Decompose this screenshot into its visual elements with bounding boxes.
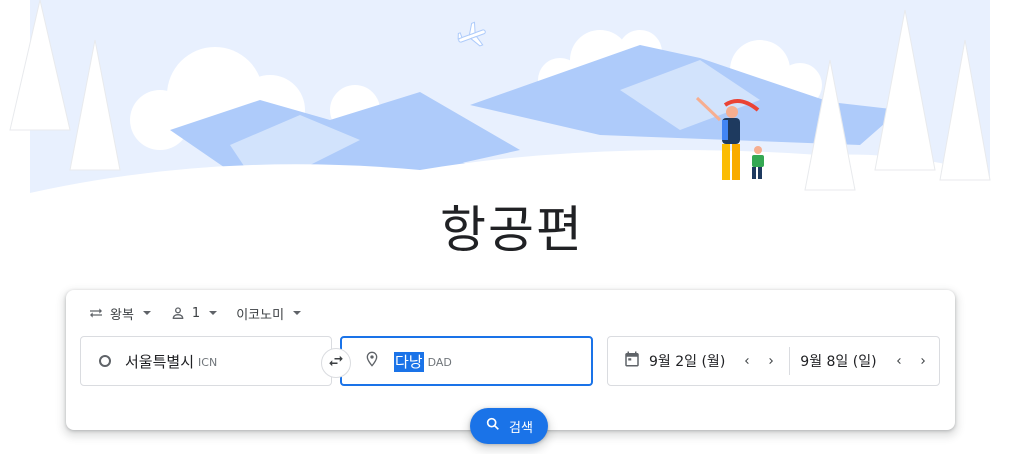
return-prev-day-chevron-left-icon[interactable]	[887, 349, 911, 373]
destination-code: DAD	[427, 356, 452, 369]
hero-illustration	[0, 0, 1024, 215]
swap-arrows-icon	[88, 305, 104, 321]
swap-horizontal-icon	[327, 352, 345, 374]
trip-type-label: 왕복	[110, 307, 134, 323]
page-title: 항공편	[440, 201, 584, 259]
origin-code: ICN	[198, 356, 218, 369]
search-options-bar: 왕복 1 이코노미	[88, 303, 320, 323]
swap-cities-button[interactable]	[321, 348, 351, 378]
flights-page: 항공편 왕복 1 이코노미 서울특별시 ICN 다낭 DAD 9월 2일 (월)…	[0, 0, 1024, 454]
search-button-label: 검색	[509, 420, 533, 436]
search-button[interactable]: 검색	[470, 408, 548, 444]
depart-date[interactable]: 9월 2일 (월)	[649, 351, 725, 371]
search-icon	[485, 416, 509, 436]
person-icon	[170, 305, 186, 321]
calendar-icon	[623, 350, 641, 372]
depart-prev-day-chevron-left-icon[interactable]	[735, 349, 759, 373]
date-divider	[789, 347, 791, 375]
trip-type-select[interactable]: 왕복	[88, 304, 152, 323]
caret-down-icon	[292, 308, 302, 318]
location-pin-icon	[364, 350, 380, 372]
origin-field[interactable]: 서울특별시 ICN	[80, 336, 332, 386]
date-range-field[interactable]: 9월 2일 (월) 9월 8일 (일)	[607, 336, 940, 386]
origin-circle-icon	[99, 355, 111, 367]
passengers-select[interactable]: 1	[170, 305, 218, 321]
depart-next-day-chevron-right-icon[interactable]	[759, 349, 783, 373]
return-next-day-chevron-right-icon[interactable]	[911, 349, 935, 373]
cabin-class-select[interactable]: 이코노미	[236, 304, 302, 323]
destination-city-selected-text: 다낭	[394, 351, 424, 372]
caret-down-icon	[142, 308, 152, 318]
return-date[interactable]: 9월 8일 (일)	[800, 351, 876, 371]
destination-field[interactable]: 다낭 DAD	[340, 336, 593, 386]
origin-city: 서울특별시	[125, 352, 195, 371]
caret-down-icon	[208, 308, 218, 318]
passengers-count: 1	[191, 305, 201, 321]
cabin-class-label: 이코노미	[236, 307, 285, 323]
destination-city: 다낭	[394, 351, 424, 372]
